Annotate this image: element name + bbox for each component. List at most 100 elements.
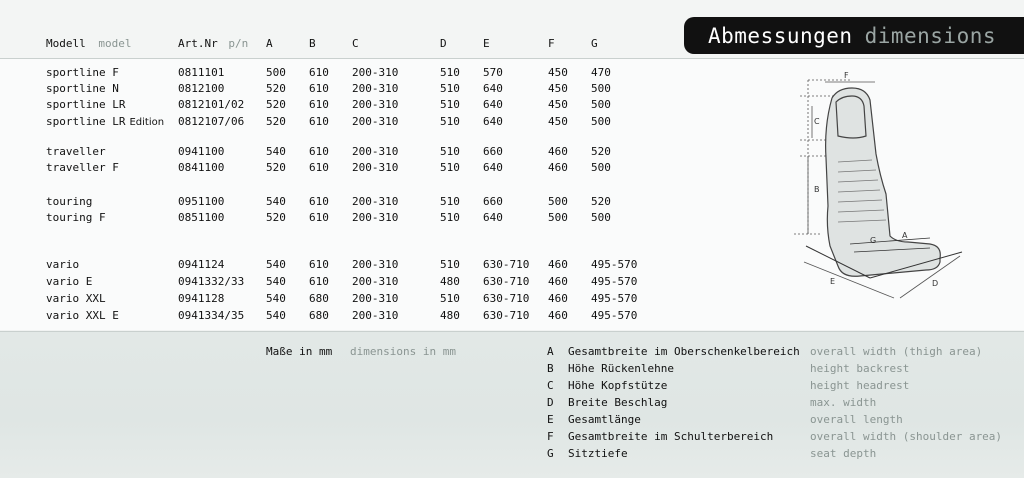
table-row-model: vario XXL bbox=[46, 292, 106, 305]
units-de: Maße in mm bbox=[266, 345, 333, 358]
table-cell-c: 200-310 bbox=[352, 195, 399, 208]
header-model-en: model bbox=[98, 37, 132, 50]
section-title: Abmessungen dimensions bbox=[684, 17, 1024, 54]
title-english: dimensions bbox=[864, 23, 997, 48]
legend-english: max. width bbox=[810, 396, 877, 409]
legend-english: overall width (shoulder area) bbox=[810, 430, 1003, 443]
legend-german: Sitztiefe bbox=[568, 447, 628, 460]
table-cell-a: 520 bbox=[266, 82, 286, 95]
table-cell-e: 660 bbox=[483, 195, 503, 208]
header-col-f: F bbox=[548, 37, 555, 50]
table-cell-a: 500 bbox=[266, 66, 286, 79]
table-cell-g: 495-570 bbox=[591, 309, 638, 322]
table-cell-f: 450 bbox=[548, 98, 568, 111]
table-cell-d: 510 bbox=[440, 98, 460, 111]
table-cell-e: 640 bbox=[483, 161, 503, 174]
table-cell-f: 500 bbox=[548, 211, 568, 224]
diagram-label-f: F bbox=[844, 71, 849, 80]
header-col-d: D bbox=[440, 37, 447, 50]
table-cell-g: 500 bbox=[591, 115, 611, 128]
model-name: sportline LR bbox=[46, 115, 126, 128]
legend-english: seat depth bbox=[810, 447, 877, 460]
table-row-model: traveller F bbox=[46, 161, 119, 174]
model-suffix: Edition bbox=[129, 117, 165, 128]
table-cell-b: 610 bbox=[309, 66, 329, 79]
table-cell-a: 540 bbox=[266, 309, 286, 322]
table-cell-d: 480 bbox=[440, 309, 460, 322]
table-row-partnumber: 0841100 bbox=[178, 161, 225, 174]
legend-german: Höhe Kopfstütze bbox=[568, 379, 668, 392]
table-cell-a: 520 bbox=[266, 211, 286, 224]
legend-german: Höhe Rückenlehne bbox=[568, 362, 674, 375]
table-cell-c: 200-310 bbox=[352, 98, 399, 111]
table-cell-f: 450 bbox=[548, 82, 568, 95]
model-name: touring F bbox=[46, 211, 106, 224]
table-cell-g: 500 bbox=[591, 82, 611, 95]
table-cell-b: 610 bbox=[309, 82, 329, 95]
table-cell-f: 450 bbox=[548, 66, 568, 79]
title-german: Abmessungen bbox=[708, 23, 853, 48]
header-rule bbox=[0, 58, 1024, 59]
table-row-model: sportline LR bbox=[46, 98, 125, 111]
legend-english: overall length bbox=[810, 413, 903, 426]
header-model-de: Modell bbox=[46, 37, 86, 50]
table-cell-c: 200-310 bbox=[352, 145, 399, 158]
table-cell-e: 640 bbox=[483, 98, 503, 111]
table-cell-f: 450 bbox=[548, 115, 568, 128]
units-en: dimensions in mm bbox=[350, 345, 456, 358]
diagram-label-e: E bbox=[830, 277, 835, 286]
table-cell-a: 540 bbox=[266, 275, 286, 288]
table-cell-e: 640 bbox=[483, 211, 503, 224]
table-cell-f: 500 bbox=[548, 195, 568, 208]
table-cell-a: 520 bbox=[266, 161, 286, 174]
table-cell-f: 460 bbox=[548, 161, 568, 174]
table-cell-e: 660 bbox=[483, 145, 503, 158]
table-row-model: sportline LR Edition bbox=[46, 115, 164, 129]
table-cell-c: 200-310 bbox=[352, 211, 399, 224]
table-cell-b: 610 bbox=[309, 258, 329, 271]
table-cell-b: 610 bbox=[309, 145, 329, 158]
table-cell-e: 570 bbox=[483, 66, 503, 79]
table-cell-b: 610 bbox=[309, 211, 329, 224]
table-cell-g: 500 bbox=[591, 98, 611, 111]
model-name: vario E bbox=[46, 275, 93, 288]
table-row-partnumber: 0941128 bbox=[178, 292, 225, 305]
table-row-partnumber: 0951100 bbox=[178, 195, 225, 208]
model-name: sportline N bbox=[46, 82, 119, 95]
header-artnr-en: p/n bbox=[228, 37, 249, 50]
table-cell-e: 630-710 bbox=[483, 309, 530, 322]
table-cell-c: 200-310 bbox=[352, 161, 399, 174]
model-name: traveller bbox=[46, 145, 106, 158]
table-cell-a: 540 bbox=[266, 258, 286, 271]
legend-german: Gesamtbreite im Schulterbereich bbox=[568, 430, 774, 443]
table-row-partnumber: 0812100 bbox=[178, 82, 225, 95]
table-cell-e: 630-710 bbox=[483, 258, 530, 271]
table-cell-b: 680 bbox=[309, 292, 329, 305]
diagram-label-g: G bbox=[870, 236, 876, 245]
legend-letter: C bbox=[547, 379, 554, 392]
table-row-model: traveller bbox=[46, 145, 106, 158]
table-cell-e: 630-710 bbox=[483, 292, 530, 305]
diagram-label-a: A bbox=[902, 231, 908, 240]
table-row-partnumber: 0811101 bbox=[178, 66, 225, 79]
legend-letter: E bbox=[547, 413, 554, 426]
legend-letter: G bbox=[547, 447, 554, 460]
legend-english: height backrest bbox=[810, 362, 910, 375]
table-cell-b: 610 bbox=[309, 161, 329, 174]
model-name: sportline LR bbox=[46, 98, 126, 111]
table-cell-b: 610 bbox=[309, 195, 329, 208]
seat-diagram: F C B G A E D bbox=[794, 71, 963, 299]
table-cell-a: 540 bbox=[266, 145, 286, 158]
table-cell-b: 610 bbox=[309, 115, 329, 128]
header-col-g: G bbox=[591, 37, 598, 50]
table-row-model: touring bbox=[46, 195, 92, 208]
table-row-partnumber: 0812101/02 bbox=[178, 98, 245, 111]
model-name: sportline F bbox=[46, 66, 119, 79]
table-cell-b: 680 bbox=[309, 309, 329, 322]
model-name: traveller F bbox=[46, 161, 119, 174]
diagram-label-d: D bbox=[932, 279, 938, 288]
table-cell-f: 460 bbox=[548, 258, 568, 271]
table-row-partnumber: 0812107/06 bbox=[178, 115, 245, 128]
header-col-e: E bbox=[483, 37, 490, 50]
table-cell-a: 540 bbox=[266, 292, 286, 305]
